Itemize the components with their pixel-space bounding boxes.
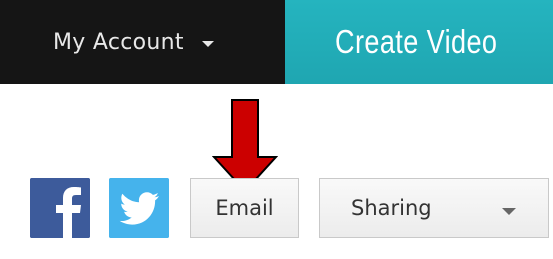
facebook-icon xyxy=(30,178,90,238)
sharing-dropdown[interactable]: Sharing xyxy=(319,178,549,238)
create-video-button[interactable]: Create Video xyxy=(285,0,553,84)
page: My Account Create Video Email Sharing xyxy=(0,0,553,259)
my-account-menu[interactable]: My Account xyxy=(0,0,285,84)
sharing-label: Sharing xyxy=(351,196,432,220)
caret-down-icon xyxy=(502,208,516,215)
twitter-share-button[interactable] xyxy=(109,178,169,238)
email-label: Email xyxy=(215,196,274,220)
caret-down-icon xyxy=(201,41,214,47)
top-nav-bar: My Account Create Video xyxy=(0,0,553,84)
my-account-label: My Account xyxy=(53,29,184,55)
facebook-share-button[interactable] xyxy=(30,178,90,238)
email-button[interactable]: Email xyxy=(190,178,299,238)
create-video-label: Create Video xyxy=(335,23,498,60)
twitter-icon xyxy=(109,178,169,238)
